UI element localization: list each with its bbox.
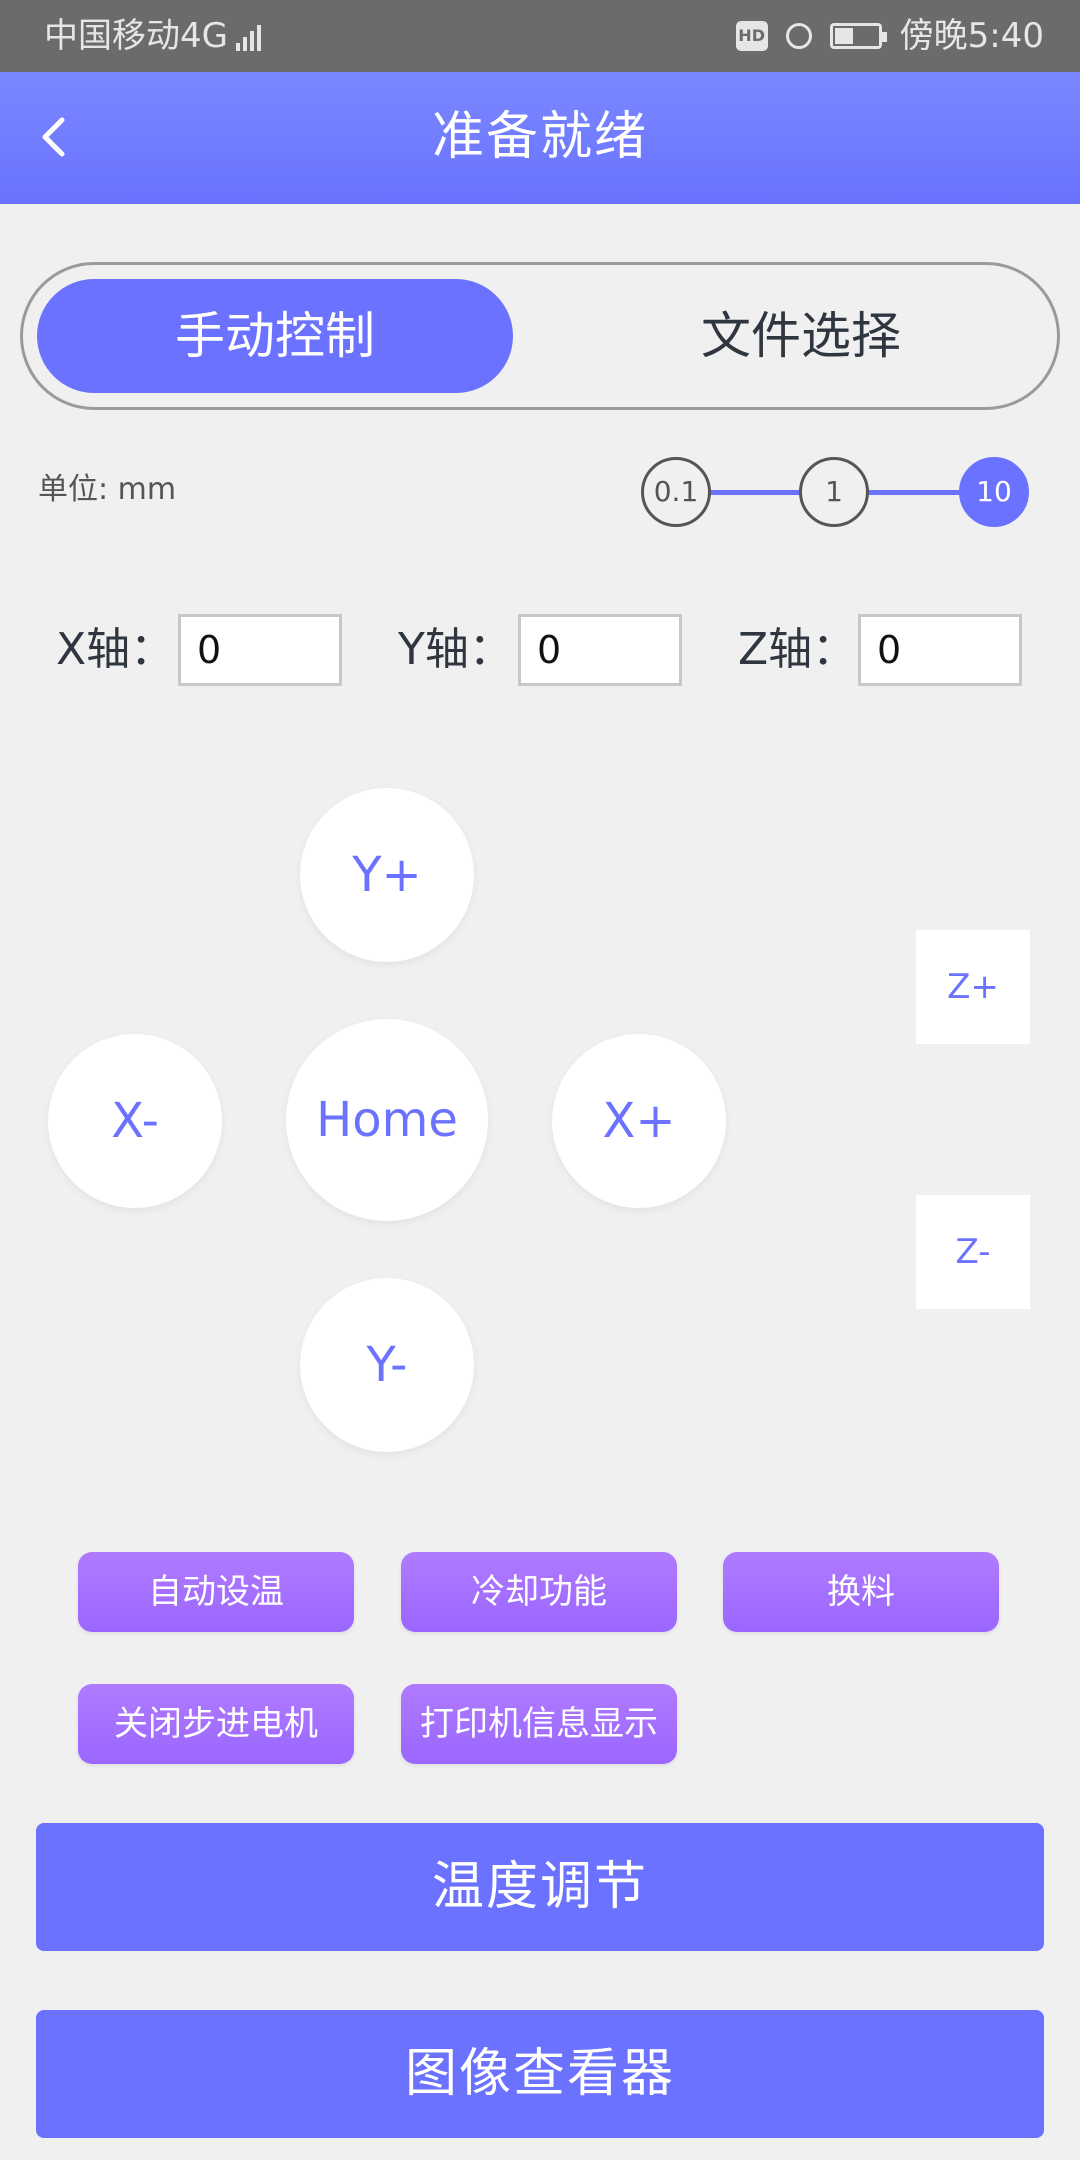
alarm-icon xyxy=(785,23,812,49)
signal-icon xyxy=(235,21,261,51)
x-plus-button[interactable]: X+ xyxy=(552,1034,726,1208)
filament-change-button[interactable]: 换料 xyxy=(723,1552,999,1632)
page-title: 准备就绪 xyxy=(431,107,648,167)
hd-icon: HD xyxy=(735,21,768,51)
z-axis-input[interactable]: 0 xyxy=(858,614,1022,686)
temperature-adjust-button[interactable]: 温度调节 xyxy=(36,1823,1044,1951)
step-1[interactable]: 1 xyxy=(799,457,869,527)
y-axis-label: Y轴： xyxy=(398,624,513,675)
mode-segment: 手动控制 文件选择 xyxy=(20,262,1060,410)
unit-label: 单位: mm xyxy=(38,472,177,507)
tab-manual-control[interactable]: 手动控制 xyxy=(37,279,513,393)
x-minus-button[interactable]: X- xyxy=(48,1034,222,1208)
z-axis-label: Z轴： xyxy=(738,624,857,675)
auto-temp-button[interactable]: 自动设温 xyxy=(78,1552,354,1632)
disable-steppers-button[interactable]: 关闭步进电机 xyxy=(78,1684,354,1764)
cooling-button[interactable]: 冷却功能 xyxy=(401,1552,677,1632)
image-viewer-button[interactable]: 图像查看器 xyxy=(36,2010,1044,2138)
y-minus-button[interactable]: Y- xyxy=(300,1278,474,1452)
home-button[interactable]: Home xyxy=(286,1019,488,1221)
step-0-1[interactable]: 0.1 xyxy=(641,457,711,527)
printer-info-button[interactable]: 打印机信息显示 xyxy=(401,1684,677,1764)
app-header: 准备就绪 xyxy=(0,72,1080,204)
z-plus-button[interactable]: Z+ xyxy=(916,930,1030,1044)
status-time: 傍晚5:40 xyxy=(899,16,1044,56)
x-axis-label: X轴： xyxy=(56,624,175,675)
status-right: HD 傍晚5:40 xyxy=(735,14,1044,58)
y-axis-input[interactable]: 0 xyxy=(518,614,682,686)
status-left: 中国移动4G xyxy=(44,14,261,58)
battery-icon xyxy=(829,23,887,49)
y-plus-button[interactable]: Y+ xyxy=(300,788,474,962)
carrier-text: 中国移动4G xyxy=(44,16,228,56)
status-bar: 中国移动4G HD 傍晚5:40 xyxy=(0,0,1080,72)
z-minus-button[interactable]: Z- xyxy=(916,1195,1030,1309)
step-10[interactable]: 10 xyxy=(959,457,1029,527)
x-axis-input[interactable]: 0 xyxy=(178,614,342,686)
tab-file-select[interactable]: 文件选择 xyxy=(563,279,1039,393)
